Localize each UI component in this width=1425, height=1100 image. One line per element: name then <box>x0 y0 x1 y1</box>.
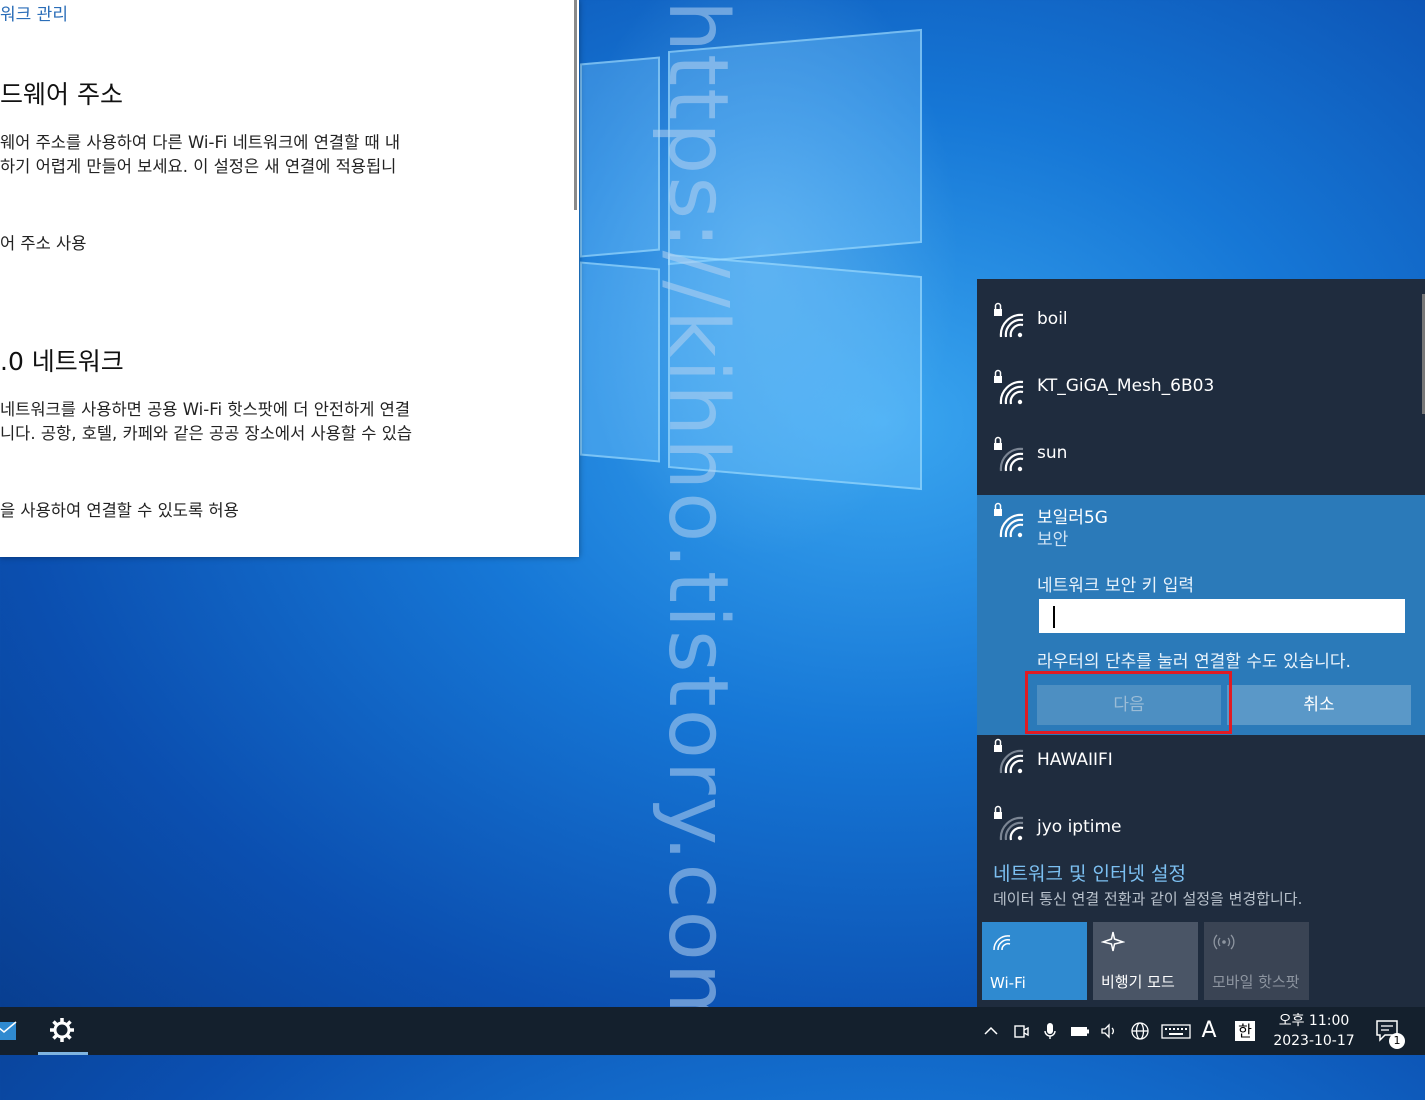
battery-icon[interactable] <box>1070 1021 1090 1041</box>
wifi-tile[interactable]: Wi-Fi <box>982 922 1087 1000</box>
passpoint-option[interactable]: 을 사용하여 연결할 수 있도록 허용 <box>0 499 239 523</box>
wifi-secured-icon <box>994 502 1024 538</box>
ime-language-indicator[interactable]: 한 <box>1235 1021 1255 1041</box>
taskbar-mail-app[interactable] <box>0 1007 20 1055</box>
random-hw-address-title: 드웨어 주소 <box>0 80 123 109</box>
watermark-text: https://kihho.tistory.com <box>650 0 745 1045</box>
security-key-input[interactable] <box>1039 599 1405 633</box>
wifi-secured-icon <box>994 302 1024 338</box>
settings-scrollbar[interactable] <box>574 0 577 210</box>
chevron-up-icon[interactable] <box>981 1021 1001 1041</box>
taskbar-settings-app[interactable] <box>38 1007 88 1055</box>
action-center-button[interactable]: 1 <box>1375 1019 1405 1049</box>
wifi-icon <box>993 935 1011 951</box>
passpoint-title: .0 네트워크 <box>0 347 124 376</box>
random-hw-address-desc-1: 웨어 주소를 사용하여 다른 Wi-Fi 네트워크에 연결할 때 내 <box>0 133 401 152</box>
highlight-box <box>1025 671 1232 734</box>
microphone-icon[interactable] <box>1040 1021 1060 1041</box>
network-settings-subtext: 데이터 통신 연결 전환과 같이 설정을 변경합니다. <box>993 890 1303 908</box>
mobile-hotspot-tile[interactable]: 모바일 핫스팟 <box>1204 922 1309 1000</box>
network-name: boil <box>1037 309 1068 329</box>
airplane-mode-tile[interactable]: 비행기 모드 <box>1093 922 1198 1000</box>
network-item[interactable]: boil <box>977 287 1425 354</box>
network-item[interactable]: sun <box>977 421 1425 488</box>
network-name: jyo iptime <box>1037 817 1122 837</box>
network-item[interactable]: KT_GiGA_Mesh_6B03 <box>977 354 1425 421</box>
wallpaper-logo-pane <box>580 56 660 258</box>
network-item[interactable]: HAWAIIFI <box>977 735 1425 802</box>
keyboard-icon[interactable] <box>1161 1021 1191 1041</box>
random-hw-address-option[interactable]: 어 주소 사용 <box>0 232 86 256</box>
airplane-icon <box>1101 931 1125 952</box>
gear-icon <box>50 1018 74 1042</box>
airplane-mode-tile-label: 비행기 모드 <box>1101 973 1175 991</box>
passpoint-desc-2: 니다. 공항, 호텔, 카페와 같은 공공 장소에서 사용할 수 있습 <box>0 424 413 443</box>
meet-now-icon[interactable] <box>1011 1021 1031 1041</box>
network-name: sun <box>1037 443 1068 463</box>
manage-networks-link[interactable]: 워크 관리 <box>0 0 68 25</box>
settings-window: 워크 관리 드웨어 주소 웨어 주소를 사용하여 다른 Wi-Fi 네트워크에 … <box>0 0 579 557</box>
network-name: HAWAIIFI <box>1037 750 1113 770</box>
wifi-secured-icon <box>994 738 1024 774</box>
ime-mode-indicator[interactable]: A <box>1199 1020 1219 1042</box>
mobile-hotspot-tile-label: 모바일 핫스팟 <box>1212 973 1300 991</box>
clock-date: 2023-10-17 <box>1273 1033 1355 1049</box>
network-status: 보안 <box>1037 530 1069 550</box>
wifi-secured-icon <box>994 805 1024 841</box>
volume-icon[interactable] <box>1099 1021 1119 1041</box>
taskbar: A 한 오후 11:00 2023-10-17 1 <box>0 1007 1425 1055</box>
wallpaper-logo-pane <box>580 261 660 463</box>
security-key-label: 네트워크 보안 키 입력 <box>1037 576 1194 596</box>
mail-icon <box>0 1021 17 1040</box>
text-caret <box>1053 606 1055 628</box>
random-hw-address-desc-2: 하기 어렵게 만들어 보세요. 이 설정은 새 연결에 적용됩니 <box>0 157 397 176</box>
cancel-button[interactable]: 취소 <box>1227 685 1411 725</box>
globe-network-icon[interactable] <box>1130 1021 1150 1041</box>
network-name: KT_GiGA_Mesh_6B03 <box>1037 376 1215 396</box>
wifi-tile-label: Wi-Fi <box>990 974 1026 992</box>
notification-badge: 1 <box>1389 1033 1405 1049</box>
wifi-secured-icon <box>994 369 1024 405</box>
passpoint-desc-1: 네트워크를 사용하면 공용 Wi-Fi 핫스팟에 더 안전하게 연결 <box>0 400 411 419</box>
clock-time: 오후 11:00 <box>1278 1013 1350 1029</box>
network-settings-link[interactable]: 네트워크 및 인터넷 설정 <box>993 859 1186 886</box>
wifi-secured-icon <box>994 436 1024 472</box>
wps-hint: 라우터의 단추를 눌러 연결할 수도 있습니다. <box>1037 652 1351 672</box>
network-flyout: boil KT_GiGA_Mesh_6B03 sun 보일러5G 보안 네트워크… <box>977 279 1425 1007</box>
clock[interactable]: 오후 11:00 2023-10-17 <box>1268 1011 1360 1051</box>
network-item-selected[interactable]: 보일러5G 보안 네트워크 보안 키 입력 라우터의 단추를 눌러 연결할 수도… <box>977 495 1425 735</box>
hotspot-icon <box>1213 934 1235 950</box>
